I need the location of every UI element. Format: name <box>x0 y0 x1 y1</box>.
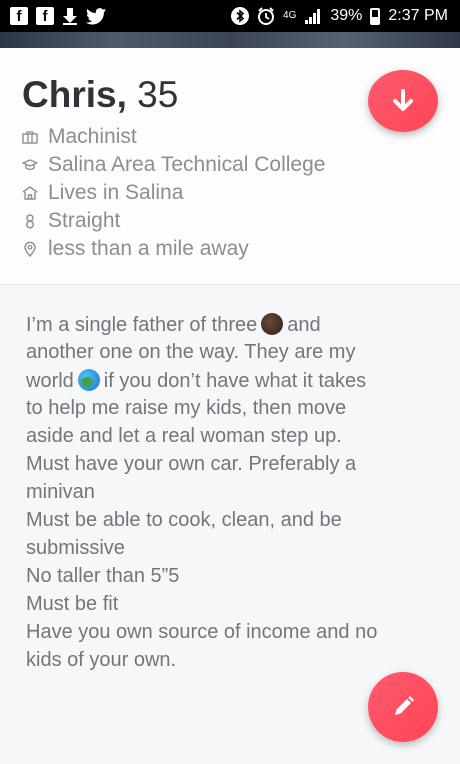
status-left: f f <box>10 7 106 25</box>
bio-line: to help me raise my kids, then move <box>26 397 347 419</box>
bio-line: another one on the way. They are my <box>26 341 356 363</box>
home-icon <box>22 186 38 200</box>
arrow-down-icon <box>393 89 413 111</box>
location-pin-icon <box>24 241 36 257</box>
bio-text: world <box>26 370 74 392</box>
bio-line: I’m a single father of three and <box>26 313 321 337</box>
edit-profile-button[interactable] <box>368 672 438 742</box>
detail-orientation: Straight <box>22 207 442 235</box>
bio-text: I’m a single father of three <box>26 314 258 336</box>
clock: 2:37 PM <box>388 7 448 24</box>
bio-line: submissive <box>26 537 125 559</box>
detail-label: Lives in Salina <box>48 181 184 204</box>
network-type: 4G <box>283 10 297 21</box>
bluetooth-icon <box>231 7 250 25</box>
detail-school: Salina Area Technical College <box>22 151 442 179</box>
facebook-icon: f <box>36 7 54 25</box>
twitter-icon <box>86 7 106 25</box>
pencil-icon <box>395 696 414 715</box>
bio-text: if you don’t have what it takes <box>103 370 367 392</box>
battery-icon <box>370 7 381 25</box>
alarm-icon <box>258 7 275 25</box>
profile-name: Chris, <box>22 74 127 115</box>
bio-line: No taller than 5”5 <box>26 565 180 587</box>
bio-line: kids of your own. <box>26 649 177 671</box>
bio-line: Must have your own car. Preferably a <box>26 453 357 475</box>
gender-icon <box>25 214 34 229</box>
status-bar: f f 4G 39% 2:37 PM <box>0 0 460 32</box>
profile-photo[interactable] <box>0 32 460 48</box>
detail-label: less than a mile away <box>48 237 249 260</box>
battery-level <box>372 17 379 23</box>
download-icon <box>63 8 77 25</box>
detail-job: Machinist <box>22 123 442 151</box>
detail-label: Salina Area Technical College <box>48 153 326 176</box>
bio-line: Must be fit <box>26 593 119 615</box>
detail-residence: Lives in Salina <box>22 179 442 207</box>
briefcase-icon <box>22 131 38 144</box>
bio-line: Have you own source of income and no <box>26 621 378 643</box>
globe-emoji-icon <box>77 369 100 391</box>
detail-distance: less than a mile away <box>22 235 442 263</box>
facebook-icon: f <box>10 7 28 25</box>
profile-name-age: Chris, 35 <box>22 74 178 116</box>
detail-label: Straight <box>48 209 121 232</box>
bio-line: minivan <box>26 481 95 503</box>
graduation-cap-icon <box>22 159 38 171</box>
profile-age: 35 <box>137 74 179 115</box>
detail-label: Machinist <box>48 125 137 148</box>
bio-text: and <box>287 314 321 336</box>
status-right: 4G 39% 2:37 PM <box>231 7 448 25</box>
bio-line: world if you don’t have what it takes <box>26 369 366 393</box>
bio-line: Must be able to cook, clean, and be <box>26 509 342 531</box>
signal-icon <box>305 9 321 24</box>
profile-details: Machinist Salina Area Technical College … <box>22 123 442 263</box>
battery-percent: 39% <box>330 7 363 24</box>
baby-emoji-icon <box>261 313 284 335</box>
bio-line: aside and let a real woman step up. <box>26 425 342 447</box>
